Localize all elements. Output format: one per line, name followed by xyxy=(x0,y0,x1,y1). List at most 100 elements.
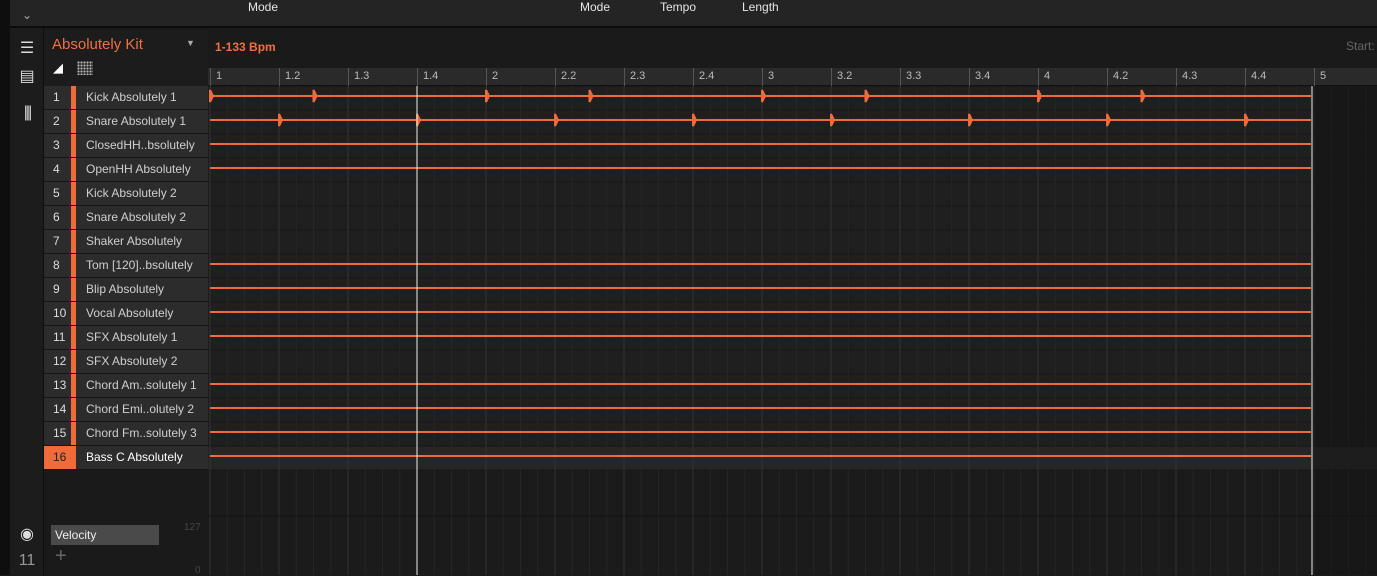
pad-color xyxy=(71,86,76,109)
outside-loop xyxy=(1312,86,1377,575)
pad-row[interactable]: 11 SFX Absolutely 1 xyxy=(44,326,208,350)
left-edge xyxy=(0,0,10,575)
pad-name: Shaker Absolutely xyxy=(86,234,183,248)
pad-color xyxy=(71,254,76,277)
length-label[interactable]: Length xyxy=(742,0,779,14)
midi-icon[interactable]: ◉ xyxy=(17,524,37,544)
pad-row[interactable]: 14 Chord Emi..olutely 2 xyxy=(44,398,208,422)
pad-number: 10 xyxy=(44,302,71,325)
pad-number: 16 xyxy=(44,446,71,469)
pad-number: 5 xyxy=(44,182,71,205)
tempo-display: 1-133 Bpm xyxy=(215,40,276,54)
pad-name: Snare Absolutely 2 xyxy=(86,210,187,224)
pad-name: Kick Absolutely 2 xyxy=(86,186,177,200)
ruler-tick: 5 xyxy=(1314,68,1326,86)
pad-row[interactable]: 5 Kick Absolutely 2 xyxy=(44,182,208,206)
pad-name: Chord Emi..olutely 2 xyxy=(86,402,195,416)
pad-row[interactable]: 7 Shaker Absolutely xyxy=(44,230,208,254)
ruler-tick: 4.2 xyxy=(1107,68,1128,86)
pad-color xyxy=(71,422,76,445)
pad-color xyxy=(71,110,76,133)
pad-color xyxy=(71,446,76,469)
pad-row[interactable]: 4 OpenHH Absolutely xyxy=(44,158,208,182)
pad-name: Chord Am..solutely 1 xyxy=(86,378,197,392)
ruler-tick: 4 xyxy=(1038,68,1050,86)
pad-color xyxy=(71,374,76,397)
mode-label[interactable]: Mode xyxy=(248,0,278,14)
ruler-tick: 3.2 xyxy=(831,68,852,86)
ruler-tick: 3 xyxy=(762,68,774,86)
pad-number: 12 xyxy=(44,350,71,373)
ruler-tick: 4.3 xyxy=(1176,68,1197,86)
pad-number: 13 xyxy=(44,374,71,397)
pad-number: 2 xyxy=(44,110,71,133)
pad-name: Chord Fm..solutely 3 xyxy=(86,426,197,440)
kit-dropdown-icon[interactable]: ▼ xyxy=(186,38,195,48)
ruler-tick: 2.2 xyxy=(555,68,576,86)
tempo-label[interactable]: Tempo xyxy=(660,0,696,14)
pad-row[interactable]: 13 Chord Am..solutely 1 xyxy=(44,374,208,398)
add-lane-icon[interactable]: + xyxy=(55,545,67,568)
pad-number: 3 xyxy=(44,134,71,157)
grid-icon[interactable] xyxy=(77,61,93,75)
pad-row[interactable]: 16 Bass C Absolutely xyxy=(44,446,208,470)
pad-row[interactable]: 2 Snare Absolutely 1 xyxy=(44,110,208,134)
ruler-tick: 3.4 xyxy=(969,68,990,86)
ruler-tick: 1.2 xyxy=(279,68,300,86)
pad-row[interactable]: 10 Vocal Absolutely xyxy=(44,302,208,326)
automation-icon[interactable]: 11 xyxy=(17,552,37,570)
modulation-lane-select[interactable]: Velocity xyxy=(51,525,159,545)
pad-row[interactable]: 3 ClosedHH..bsolutely xyxy=(44,134,208,158)
pad-number: 6 xyxy=(44,206,71,229)
pad-color xyxy=(71,398,76,421)
ruler-tick: 2.3 xyxy=(624,68,645,86)
pad-color xyxy=(71,206,76,229)
start-label: Start: xyxy=(1346,39,1375,53)
pad-color xyxy=(71,134,76,157)
pad-number: 14 xyxy=(44,398,71,421)
pad-name: Kick Absolutely 1 xyxy=(86,90,177,104)
pad-color xyxy=(71,182,76,205)
pad-row[interactable]: 1 Kick Absolutely 1 xyxy=(44,86,208,110)
pad-number: 15 xyxy=(44,422,71,445)
pad-name: Tom [120]..bsolutely xyxy=(86,258,193,272)
arrange-icon[interactable]: ☰ xyxy=(17,38,37,58)
pad-number: 11 xyxy=(44,326,71,349)
pad-row[interactable]: 8 Tom [120]..bsolutely xyxy=(44,254,208,278)
ruler-tick: 1.3 xyxy=(348,68,369,86)
ruler-tick: 2 xyxy=(486,68,498,86)
pad-name: ClosedHH..bsolutely xyxy=(86,138,195,152)
pad-row[interactable]: 15 Chord Fm..solutely 3 xyxy=(44,422,208,446)
ruler-tick: 2.4 xyxy=(693,68,714,86)
pad-name: Bass C Absolutely xyxy=(86,450,183,464)
velocity-max: 127 xyxy=(184,522,201,533)
ruler-tick: 3.3 xyxy=(900,68,921,86)
pad-name: SFX Absolutely 2 xyxy=(86,354,178,368)
pad-number: 9 xyxy=(44,278,71,301)
pad-number: 8 xyxy=(44,254,71,277)
pad-name: Snare Absolutely 1 xyxy=(86,114,187,128)
top-bar: Mode Mode Tempo Length xyxy=(44,0,1377,28)
pad-number: 7 xyxy=(44,230,71,253)
pad-row[interactable]: 9 Blip Absolutely xyxy=(44,278,208,302)
speaker-icon[interactable]: ◢ xyxy=(53,60,63,76)
ruler-tick: 1 xyxy=(210,68,222,86)
pattern-icon[interactable]: ▤ xyxy=(17,66,37,86)
selected-row-bg xyxy=(208,446,1377,470)
ruler-tick: 4.4 xyxy=(1245,68,1266,86)
pad-color xyxy=(71,158,76,181)
pattern-grid[interactable] xyxy=(208,86,1377,575)
pad-row[interactable]: 12 SFX Absolutely 2 xyxy=(44,350,208,374)
pad-color xyxy=(71,350,76,373)
timeline-ruler[interactable]: 1 1.2 1.3 1.4 2 2.2 2.3 2.4 3 3.2 3.3 3.4 4 4.2 4.3 4.4… xyxy=(208,68,1377,86)
velocity-min: 0 xyxy=(195,565,201,576)
pad-name: SFX Absolutely 1 xyxy=(86,330,178,344)
pad-color xyxy=(71,230,76,253)
mixer-icon[interactable]: ||| xyxy=(17,104,37,122)
chevron-down-icon[interactable]: ⌄ xyxy=(10,0,44,28)
pad-color xyxy=(71,302,76,325)
pad-row[interactable]: 6 Snare Absolutely 2 xyxy=(44,206,208,230)
mode-label-2[interactable]: Mode xyxy=(580,0,610,14)
kit-name[interactable]: Absolutely Kit xyxy=(52,36,143,53)
view-icon-column xyxy=(10,0,44,575)
